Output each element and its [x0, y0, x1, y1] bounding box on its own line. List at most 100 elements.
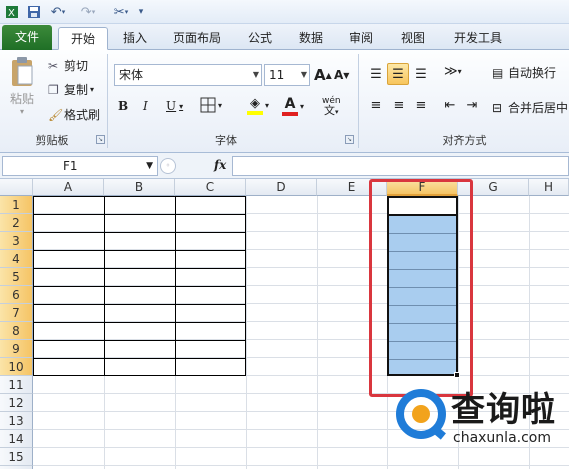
tab-formulas[interactable]: 公式 [238, 27, 282, 50]
align-middle-icon: ☰ [392, 66, 404, 82]
row-header-3[interactable]: 3 [0, 232, 33, 250]
borders-button[interactable]: ▾ [200, 97, 222, 113]
underline-icon: U [166, 99, 177, 113]
tab-review[interactable]: 审阅 [338, 27, 384, 50]
font-group-label: 字体 [215, 134, 237, 147]
align-left-icon: ≡ [370, 98, 382, 113]
wrap-text-button[interactable]: ▤ 自动换行 [492, 64, 556, 81]
tab-page-layout[interactable]: 页面布局 [162, 27, 232, 50]
format-painter-button[interactable]: 🖌 格式刷 [48, 106, 100, 123]
increase-indent-button[interactable]: ⇥ [462, 98, 482, 113]
ribbon-tab-bar: 文件 开始 插入 页面布局 公式 数据 审阅 视图 开发工具 [0, 24, 569, 50]
row-header-4[interactable]: 4 [0, 250, 33, 268]
paste-button[interactable]: 粘贴 ▾ [6, 56, 38, 116]
borders-icon [200, 97, 216, 113]
shrink-font-button[interactable]: A ▼ [334, 68, 349, 82]
cut-label: 剪切 [64, 59, 89, 73]
alignment-group-label: 对齐方式 [442, 134, 487, 147]
name-box[interactable]: F1 ▼ [2, 156, 158, 176]
decrease-indent-button[interactable]: ⇤ [440, 98, 460, 113]
select-all-corner[interactable] [0, 179, 33, 196]
increase-indent-icon: ⇥ [466, 98, 478, 113]
save-icon[interactable] [26, 3, 42, 21]
row-header-11[interactable]: 11 [0, 376, 33, 394]
name-box-value: F1 [63, 159, 78, 173]
magnifier-logo-icon [396, 389, 446, 440]
table-border [34, 268, 245, 269]
formula-bar: F1 ▼ ◦ fx [0, 153, 569, 179]
row-header-1[interactable]: 1 [0, 196, 33, 214]
cut-button[interactable]: ✂ 剪切 [48, 57, 88, 74]
font-color-icon: A [282, 96, 298, 116]
quick-access-dropdown-icon[interactable]: ▾ [136, 3, 146, 21]
align-right-icon: ≡ [415, 98, 427, 113]
grow-font-icon: A [314, 66, 326, 84]
row-header-5[interactable]: 5 [0, 268, 33, 286]
font-size-value: 11 [269, 68, 285, 82]
table-border [34, 358, 245, 359]
row-header-10[interactable]: 10 [0, 358, 33, 376]
orientation-button[interactable]: ≫ ▾ [444, 64, 462, 79]
insert-function-icon[interactable]: fx [214, 158, 226, 172]
column-header-h[interactable]: H [529, 179, 569, 196]
tab-data[interactable]: 数据 [288, 27, 334, 50]
row-header-15[interactable]: 15 [0, 448, 33, 466]
row-header-7[interactable]: 7 [0, 304, 33, 322]
align-right-button[interactable]: ≡ [411, 98, 431, 113]
grow-font-button[interactable]: A ▲ [314, 66, 332, 84]
formula-input[interactable] [232, 156, 569, 176]
excel-logo-icon: X [4, 3, 20, 21]
font-dialog-launcher-icon[interactable]: ↘ [345, 135, 354, 144]
clipboard-group-label: 剪贴板 [35, 134, 69, 147]
clipboard-dialog-launcher-icon[interactable]: ↘ [96, 135, 105, 144]
tab-view[interactable]: 视图 [390, 27, 436, 50]
underline-button[interactable]: U ▾ [166, 99, 183, 113]
align-top-button[interactable]: ☰ [366, 64, 386, 84]
scissors-icon: ✂ [48, 58, 59, 73]
row-header-8[interactable]: 8 [0, 322, 33, 340]
brush-icon: 🖌 [48, 107, 64, 122]
customize-icon[interactable]: ✂ ▾ [110, 3, 132, 21]
chevron-down-icon: ▼ [252, 70, 259, 79]
tab-home[interactable]: 开始 [58, 27, 108, 50]
row-header-12[interactable]: 12 [0, 394, 33, 412]
align-bottom-button[interactable]: ☰ [411, 64, 431, 84]
tab-file[interactable]: 文件 [2, 25, 52, 50]
bold-button[interactable]: B [118, 99, 128, 113]
row-header-9[interactable]: 9 [0, 340, 33, 358]
tab-developer[interactable]: 开发工具 [442, 27, 514, 50]
align-center-icon: ≡ [393, 98, 405, 113]
fill-bucket-icon: ◈ [247, 96, 263, 115]
merge-center-button[interactable]: ⊟ 合并后居中 [492, 99, 568, 116]
table-border [34, 322, 245, 323]
align-left-button[interactable]: ≡ [366, 98, 386, 113]
italic-button[interactable]: I [143, 99, 148, 113]
shrink-font-icon: A [334, 68, 344, 82]
tab-insert[interactable]: 插入 [112, 27, 158, 50]
align-bottom-icon: ☰ [415, 66, 427, 82]
column-header-b[interactable]: B [104, 179, 175, 196]
align-center-button[interactable]: ≡ [389, 98, 409, 113]
undo-icon[interactable]: ↶ ▾ [48, 3, 68, 21]
column-header-a[interactable]: A [33, 179, 104, 196]
column-header-d[interactable]: D [246, 179, 317, 196]
paste-label: 粘贴 [9, 92, 34, 106]
row-header-13[interactable]: 13 [0, 412, 33, 430]
copy-button[interactable]: ❐ 复制 ▾ [48, 81, 94, 98]
phonetic-button[interactable]: wén 文▾ [322, 96, 341, 117]
formula-bar-expand-icon[interactable]: ◦ [160, 158, 176, 174]
align-middle-button[interactable]: ☰ [387, 63, 409, 85]
decrease-indent-icon: ⇤ [444, 98, 456, 113]
row-header-6[interactable]: 6 [0, 286, 33, 304]
svg-text:X: X [8, 8, 15, 19]
fill-color-button[interactable]: ◈ ▾ [247, 96, 269, 115]
redo-icon[interactable]: ↷ ▾ [78, 3, 98, 21]
font-color-button[interactable]: A ▾ [282, 96, 304, 116]
font-name-select[interactable]: 宋体 ▼ [114, 64, 262, 86]
align-top-icon: ☰ [370, 66, 382, 82]
font-size-select[interactable]: 11 ▼ [264, 64, 310, 86]
row-header-2[interactable]: 2 [0, 214, 33, 232]
row-header-14[interactable]: 14 [0, 430, 33, 448]
column-header-c[interactable]: C [175, 179, 246, 196]
chevron-down-icon: ▼ [300, 70, 307, 79]
